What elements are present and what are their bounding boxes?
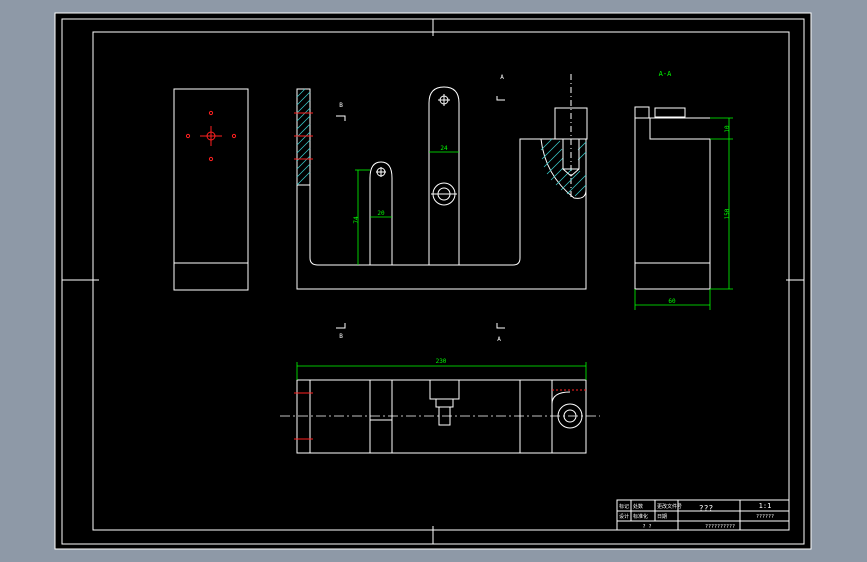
section-label-b-bottom: B bbox=[339, 333, 343, 340]
title-cell-7: 标准化 bbox=[633, 513, 648, 520]
section-title-aa: A-A bbox=[659, 70, 672, 78]
title-cell-5: 日期 bbox=[657, 514, 667, 520]
cad-drawing-canvas: 24 20 74 B A B A A-A 10 150 60 230 标记 处数… bbox=[54, 12, 812, 550]
title-cell-2: 处数 bbox=[633, 503, 643, 510]
title-cell-1: 标记 bbox=[619, 503, 629, 510]
title-drawing-no: ?????? bbox=[756, 514, 774, 520]
title-cell-3: 更改文件号 bbox=[657, 503, 682, 510]
dim-tab-height: 74 bbox=[353, 216, 360, 224]
dim-total-length: 230 bbox=[436, 358, 447, 365]
dim-tab-width: 20 bbox=[377, 210, 385, 217]
section-label-a-top: A bbox=[500, 74, 504, 81]
title-bottom-mid: ?????????? bbox=[705, 524, 735, 530]
title-sheet-no: 1:1 bbox=[759, 502, 772, 510]
dim-slot-width: 24 bbox=[440, 145, 448, 152]
drawing-sheet bbox=[54, 12, 812, 550]
title-cell-6: 设计 bbox=[619, 513, 629, 520]
title-name: ??? bbox=[699, 504, 714, 513]
dim-side-top: 10 bbox=[724, 125, 731, 133]
dim-side-height: 150 bbox=[724, 208, 731, 219]
dim-side-width: 60 bbox=[668, 298, 676, 305]
title-bottom-left: ? ? bbox=[642, 524, 651, 530]
section-label-a-bottom: A bbox=[497, 336, 501, 343]
section-label-b-top: B bbox=[339, 102, 343, 109]
